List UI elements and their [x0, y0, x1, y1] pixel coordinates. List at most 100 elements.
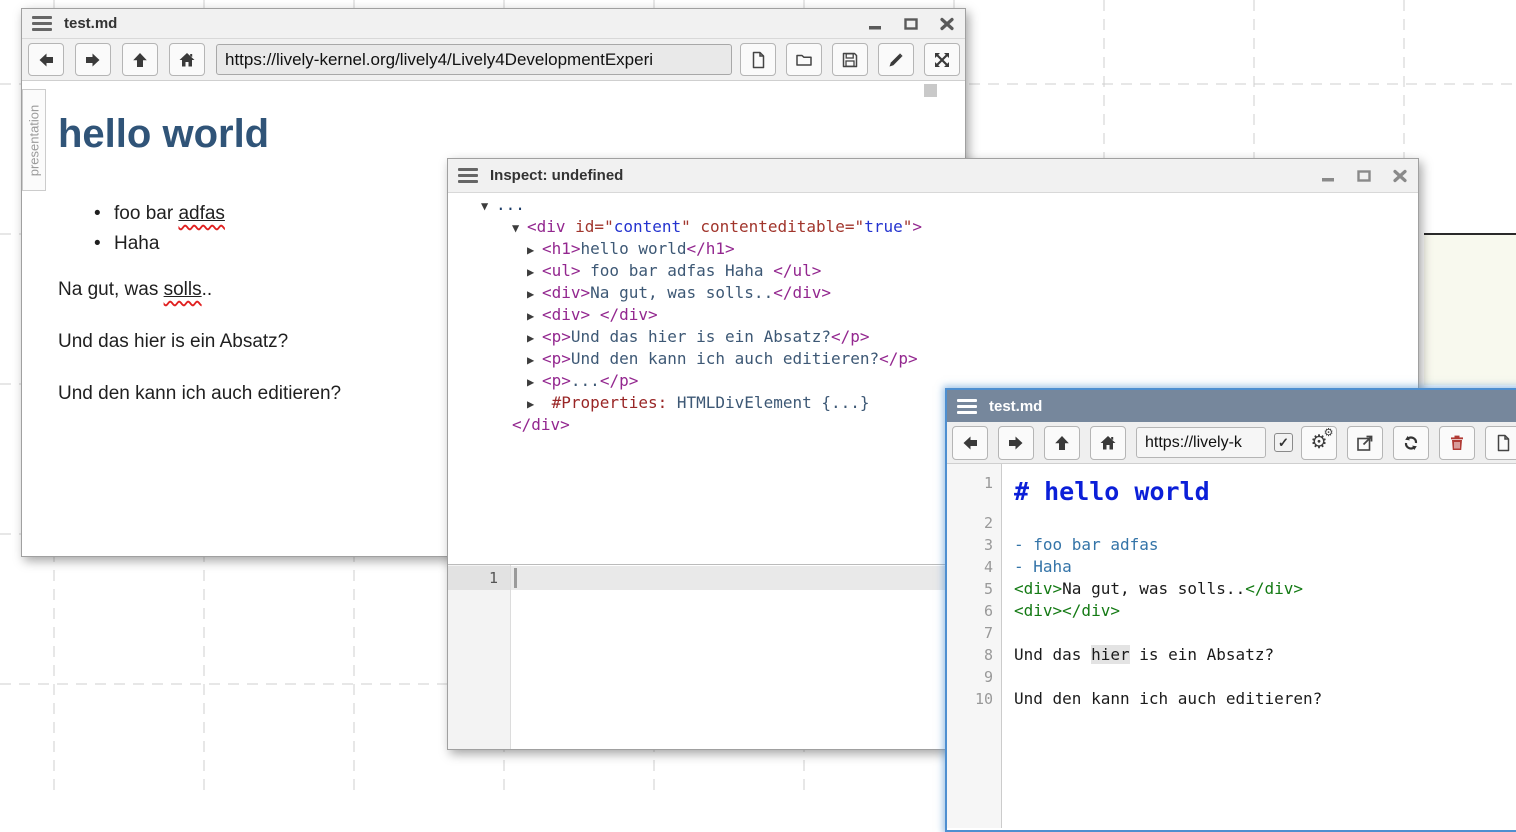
token: # hello world: [1014, 477, 1210, 506]
scrollbar-thumb[interactable]: [924, 84, 937, 97]
settings-button[interactable]: ⚙⚙: [1301, 426, 1337, 460]
expand-button[interactable]: [924, 43, 960, 76]
line-number: 6: [947, 600, 1002, 622]
maximize-icon[interactable]: [1356, 169, 1372, 183]
presentation-tab[interactable]: presentation: [22, 89, 46, 191]
token: Na gut, was solls..: [590, 283, 773, 302]
back-button[interactable]: [952, 426, 988, 460]
up-button[interactable]: [122, 43, 158, 76]
token: ▶: [527, 283, 542, 305]
tree-node[interactable]: ▶<ul> foo bar adfas Haha </ul>: [448, 260, 1418, 282]
up-button[interactable]: [1044, 426, 1080, 460]
markdown-source-editor[interactable]: 1# hello world 2 3- foo bar adfas 4- Hah…: [947, 464, 1516, 828]
token: ▶: [527, 371, 542, 393]
inspector-title: Inspect: undefined: [490, 167, 623, 184]
url-input[interactable]: [1136, 427, 1266, 458]
menu-icon[interactable]: [32, 13, 52, 34]
arrow-left-icon: [960, 433, 980, 453]
token: ▶: [527, 393, 542, 415]
editor-line[interactable]: 4- Haha: [947, 556, 1516, 578]
tree-node[interactable]: ▶<div>Na gut, was solls..</div>: [448, 282, 1418, 304]
editor-line[interactable]: 9: [947, 666, 1516, 688]
open-folder-button[interactable]: [786, 43, 822, 76]
token: Und das hier is ein Absatz?: [571, 327, 831, 346]
inspector-titlebar: Inspect: undefined: [448, 159, 1418, 193]
token: <div: [527, 217, 566, 236]
token: foo bar adfas Haha: [581, 261, 774, 280]
home-icon: [1098, 433, 1118, 453]
token: </ul>: [773, 261, 821, 280]
back-button[interactable]: [28, 43, 64, 76]
home-button[interactable]: [169, 43, 205, 76]
forward-button[interactable]: [998, 426, 1034, 460]
token: ": [903, 217, 913, 236]
token: hier: [1091, 645, 1130, 664]
token: </div>: [1245, 579, 1303, 598]
refresh-button[interactable]: [1393, 426, 1429, 460]
tree-node[interactable]: ▶<h1>hello world</h1>: [448, 238, 1418, 260]
editor-line[interactable]: 3- foo bar adfas: [947, 534, 1516, 556]
token: <div>: [542, 283, 590, 302]
menu-icon[interactable]: [458, 165, 478, 186]
home-button[interactable]: [1090, 426, 1126, 460]
preview-heading: hello world: [58, 109, 269, 159]
token: ▶: [527, 349, 542, 371]
pencil-icon: [886, 50, 906, 70]
token: Na gut, was solls..: [1062, 579, 1245, 598]
token: ▶: [527, 305, 542, 327]
arrow-up-icon: [130, 50, 150, 70]
save-icon: [840, 50, 860, 70]
token: <div>: [542, 305, 590, 324]
folder-icon: [794, 50, 814, 70]
token: </p>: [831, 327, 870, 346]
list-item-text: foo bar: [114, 203, 178, 224]
refresh-icon: [1401, 433, 1421, 453]
minimize-icon[interactable]: [1320, 169, 1336, 183]
close-icon[interactable]: [1392, 169, 1408, 183]
menu-icon[interactable]: [957, 396, 977, 417]
tree-node[interactable]: ▶<p>Und den kann ich auch editieren?</p>: [448, 348, 1418, 370]
editor-line[interactable]: 8Und das hier is ein Absatz?: [947, 644, 1516, 666]
editor-line[interactable]: 1# hello world: [947, 472, 1516, 512]
forward-button[interactable]: [75, 43, 111, 76]
editor-gutter: [448, 565, 511, 749]
editor-line[interactable]: 2: [947, 512, 1516, 534]
list-item: foo bar adfas: [114, 199, 225, 229]
editor-line[interactable]: 7: [947, 622, 1516, 644]
auto-update-checkbox[interactable]: ✓: [1274, 433, 1293, 452]
line-number: 9: [947, 666, 1002, 688]
editor-line[interactable]: 5<div>Na gut, was solls..</div>: [947, 578, 1516, 600]
maximize-icon[interactable]: [903, 17, 919, 31]
editor-line[interactable]: 10Und den kann ich auch editieren?: [947, 688, 1516, 710]
minimize-icon[interactable]: [867, 17, 883, 31]
tree-node[interactable]: ▶<div> </div>: [448, 304, 1418, 326]
preview-paragraph: Und den kann ich auch editieren?: [58, 383, 341, 405]
token: Und das: [1014, 645, 1091, 664]
delete-button[interactable]: [1439, 426, 1475, 460]
token: <p>: [542, 327, 571, 346]
save-button[interactable]: [832, 43, 868, 76]
window1-title: test.md: [64, 15, 117, 32]
close-icon[interactable]: [939, 17, 955, 31]
window1-toolbar: [22, 39, 965, 81]
tree-node[interactable]: ▼...: [448, 194, 1418, 216]
editor-line[interactable]: 6<div></div>: [947, 600, 1516, 622]
new-file-button[interactable]: [1485, 426, 1516, 460]
token: HTMLDivElement {...}: [667, 393, 869, 412]
preview-paragraph: Na gut, was solls..: [58, 279, 212, 301]
gears-icon: ⚙⚙: [1310, 433, 1327, 452]
url-input[interactable]: [216, 44, 732, 75]
new-file-button[interactable]: [740, 43, 776, 76]
tree-node[interactable]: ▶<p>Und das hier is ein Absatz?</p>: [448, 326, 1418, 348]
line-number: 10: [947, 688, 1002, 710]
tree-node[interactable]: ▼<div id="content" contenteditable="true…: [448, 216, 1418, 238]
presentation-tab-label: presentation: [27, 104, 42, 176]
edit-button[interactable]: [878, 43, 914, 76]
token: - Haha: [1014, 557, 1072, 576]
window3-titlebar: test.md: [947, 390, 1516, 422]
token: </p>: [600, 371, 639, 390]
token: ▶: [527, 327, 542, 349]
list-item-text: Haha: [114, 233, 159, 254]
open-external-button[interactable]: [1347, 426, 1383, 460]
token: <ul>: [542, 261, 581, 280]
